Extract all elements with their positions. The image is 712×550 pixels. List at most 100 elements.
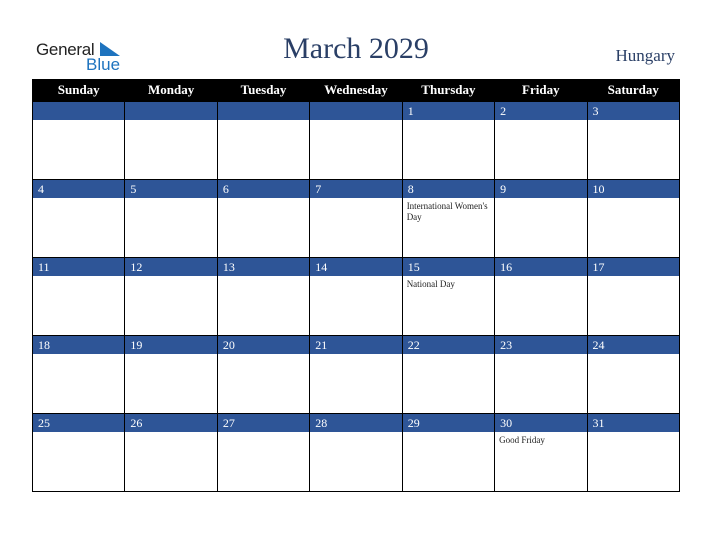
day-cell-content	[125, 102, 217, 179]
weekday-monday: Monday	[124, 79, 218, 102]
day-cell[interactable]: 10	[586, 179, 681, 258]
day-number: 26	[125, 414, 217, 432]
day-cell-content: 27	[217, 414, 310, 491]
calendar-grid: Sunday Monday Tuesday Wednesday Thursday Frid…	[31, 79, 681, 492]
day-cell[interactable]: 1	[401, 101, 496, 180]
day-cell[interactable]: 3	[586, 101, 681, 180]
day-cell[interactable]: 26	[124, 413, 218, 492]
day-cell[interactable]: 12	[124, 257, 218, 336]
day-cell[interactable]: 25	[31, 413, 126, 492]
day-cell-content: 25	[33, 414, 125, 491]
holiday-label	[33, 276, 124, 279]
day-cell[interactable]: 18	[31, 335, 126, 414]
day-cell[interactable]	[124, 101, 218, 180]
day-number: 15	[402, 258, 495, 276]
day-cell[interactable]: 29	[401, 413, 496, 492]
day-cell[interactable]	[309, 101, 403, 180]
holiday-label	[403, 432, 494, 435]
weekday-header-row: Sunday Monday Tuesday Wednesday Thursday Frid…	[31, 79, 681, 102]
day-cell-content: 18	[33, 336, 125, 413]
day-cell[interactable]: 21	[309, 335, 403, 414]
day-cell-content: 4	[33, 180, 125, 257]
week-row: 4 5 6 7 8 International Women's Day 9 10	[31, 179, 681, 258]
holiday-label	[125, 120, 216, 123]
day-cell-content: 1	[402, 102, 495, 179]
day-cell[interactable]: 15 National Day	[401, 257, 496, 336]
day-number: 20	[217, 336, 310, 354]
day-cell[interactable]: 4	[31, 179, 126, 258]
day-cell-content: 2	[495, 102, 587, 179]
day-cell-content: 9	[495, 180, 587, 257]
holiday-label	[125, 276, 216, 279]
holiday-label	[403, 354, 494, 357]
day-cell[interactable]: 28	[309, 413, 403, 492]
day-number: 22	[402, 336, 495, 354]
holiday-label	[310, 276, 401, 279]
day-cell-content: 24	[587, 336, 679, 413]
day-number: 11	[33, 258, 125, 276]
day-cell[interactable]: 20	[216, 335, 311, 414]
holiday-label	[403, 120, 494, 123]
day-number: 13	[217, 258, 310, 276]
day-cell[interactable]: 7	[309, 179, 403, 258]
week-row: 25 26 27 28 29 30 Good Friday 31	[31, 413, 681, 492]
country-label: Hungary	[615, 46, 675, 65]
holiday-label	[588, 432, 679, 435]
holiday-label	[310, 354, 401, 357]
day-cell[interactable]: 23	[494, 335, 588, 414]
day-number: 16	[495, 258, 587, 276]
day-cell-content: 11	[33, 258, 125, 335]
day-cell[interactable]: 17	[586, 257, 681, 336]
day-number: 4	[33, 180, 125, 198]
day-cell[interactable]: 31	[586, 413, 681, 492]
day-cell[interactable]: 22	[401, 335, 496, 414]
day-number: 29	[402, 414, 495, 432]
day-cell[interactable]: 24	[586, 335, 681, 414]
day-number: 27	[217, 414, 310, 432]
day-cell-content: 17	[587, 258, 679, 335]
day-cell[interactable]: 13	[216, 257, 311, 336]
day-cell-content: 15 National Day	[402, 258, 495, 335]
calendar-title: March 2029	[283, 32, 429, 65]
day-number: 2	[495, 102, 587, 120]
day-cell[interactable]	[31, 101, 126, 180]
day-cell[interactable]: 9	[494, 179, 588, 258]
day-cell[interactable]: 11	[31, 257, 126, 336]
day-number: 25	[33, 414, 125, 432]
weekday-sunday: Sunday	[31, 79, 126, 102]
day-cell[interactable]	[216, 101, 311, 180]
day-cell[interactable]: 5	[124, 179, 218, 258]
day-cell[interactable]: 6	[216, 179, 311, 258]
holiday-label: International Women's Day	[406, 201, 488, 222]
holiday-label	[588, 276, 679, 279]
holiday-label	[33, 198, 124, 201]
weekday-friday: Friday	[494, 79, 588, 102]
week-row: 123	[31, 101, 681, 180]
holiday-label	[588, 354, 679, 357]
day-cell[interactable]: 16	[494, 257, 588, 336]
day-number: 10	[587, 180, 679, 198]
day-cell[interactable]: 14	[309, 257, 403, 336]
day-cell[interactable]: 27	[216, 413, 311, 492]
week-row: 18 19 20 21 22 23 24	[31, 335, 681, 414]
holiday-label	[310, 198, 401, 201]
day-cell-content: 3	[587, 102, 679, 179]
holiday-label	[33, 354, 124, 357]
day-number: 1	[402, 102, 495, 120]
day-cell-content: 31	[587, 414, 679, 491]
day-number	[310, 102, 402, 120]
day-cell[interactable]: 8 International Women's Day	[401, 179, 496, 258]
day-cell-content: 23	[495, 336, 587, 413]
day-number: 14	[310, 258, 402, 276]
day-cell[interactable]: 2	[494, 101, 588, 180]
day-cell-content	[33, 102, 125, 179]
week-row: 11 12 13 14 15 National Day 16 17	[31, 257, 681, 336]
holiday-label	[495, 198, 586, 201]
holiday-label	[495, 354, 586, 357]
day-cell-content: 16	[495, 258, 587, 335]
day-cell[interactable]: 19	[124, 335, 218, 414]
day-cell-content	[310, 102, 402, 179]
day-cell[interactable]: 30 Good Friday	[494, 413, 588, 492]
day-number: 9	[495, 180, 587, 198]
holiday-label	[218, 198, 309, 201]
